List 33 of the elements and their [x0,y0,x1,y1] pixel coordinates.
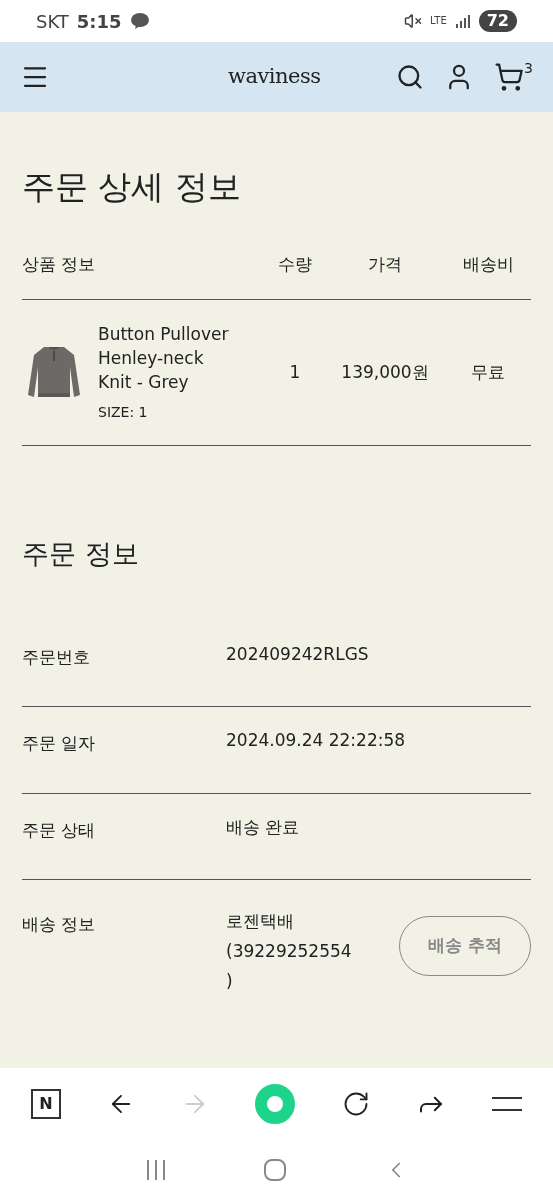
home-button[interactable]: N [31,1089,62,1119]
price: 139,000원 [340,360,430,384]
chat-bubble-icon [129,12,150,30]
search-button[interactable] [396,63,425,91]
info-label: 주문 상태 [22,818,97,842]
battery-badge: 72 [478,10,517,32]
product-option: SIZE: 1 [98,402,229,423]
info-value: 로젠택배 (39229252554 ) [226,910,352,993]
info-value: 202409242RLGS [226,642,369,666]
cart-button[interactable]: 3 [494,62,533,92]
logo: waviness [228,63,321,91]
info-label: 주문번호 [22,645,91,669]
quantity: 1 [288,360,302,384]
mute-icon [404,12,423,30]
recent-apps-icon[interactable] [144,1159,167,1181]
info-value: 2024.09.24 22:22:58 [226,729,406,752]
home-icon[interactable] [263,1159,286,1181]
section-title: 주문 정보 [22,537,140,571]
page-title: 주문 상세 정보 [22,166,242,208]
menu-icon[interactable] [491,1096,522,1112]
info-value: 배송 완료 [226,815,300,839]
product-name: Button Pullover Henley-neck Knit - Grey [98,323,229,394]
network-label: LTE [430,16,447,26]
info-label: 주문 일자 [22,732,97,755]
column-header: 배송비 [461,252,515,276]
shipping-fee: 무료 [470,360,506,384]
column-header: 가격 [367,252,403,276]
column-header: 수량 [277,252,313,276]
info-label: 배송 정보 [22,913,97,936]
column-header: 상품 정보 [22,252,97,276]
carrier: SKT [36,9,69,34]
clock: 5:15 [76,9,122,34]
signal-icon [454,14,471,28]
